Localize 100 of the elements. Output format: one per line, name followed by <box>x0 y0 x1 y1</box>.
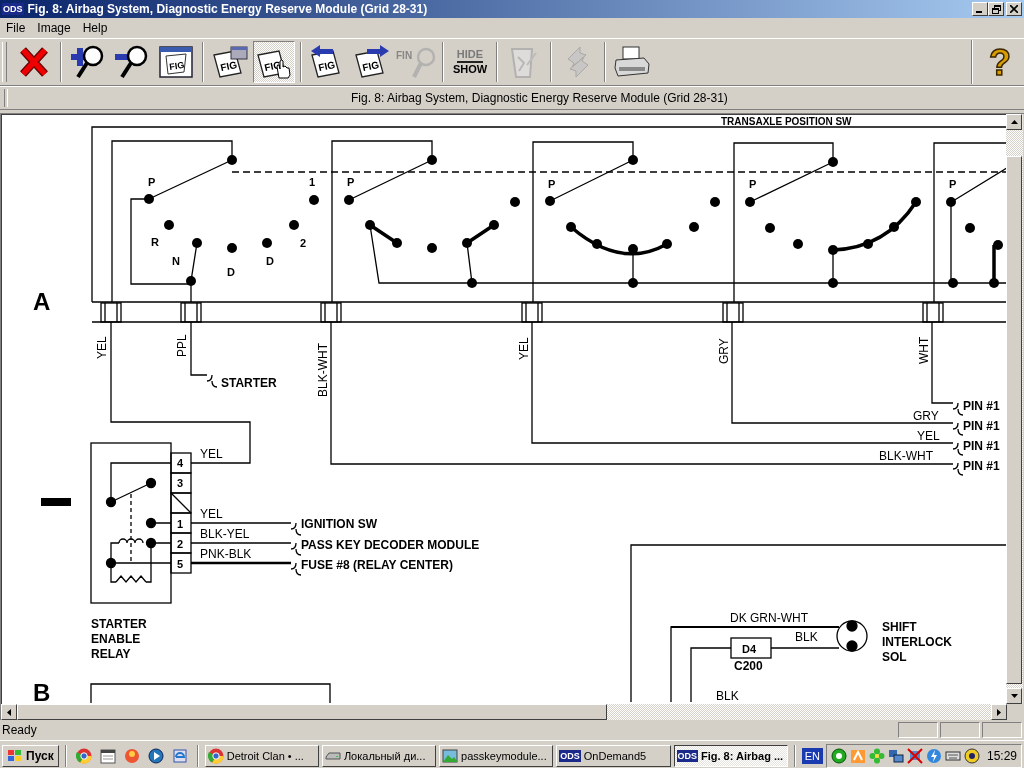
wire-label: YEL <box>200 447 223 461</box>
network-icon <box>888 747 904 764</box>
section-mark <box>41 498 71 506</box>
wire-label: DK GRN-WHT <box>730 611 808 625</box>
pin-number: 5 <box>177 558 184 570</box>
component-label: FUSE #8 (RELAY CENTER) <box>301 558 454 572</box>
status-text: Ready <box>2 723 38 737</box>
pin-number: D4 <box>742 643 757 655</box>
app-icon: ODS <box>2 3 24 15</box>
section-label: B <box>33 679 51 703</box>
menu-item[interactable]: File <box>0 21 32 35</box>
clock: 15:29 <box>987 748 1017 763</box>
menu-item[interactable]: Help <box>76 21 114 35</box>
status-panel <box>982 722 1022 738</box>
position-label: P <box>949 178 957 190</box>
position-label: P <box>347 176 355 188</box>
taskbar-button[interactable]: ODS OnDemand5 <box>556 744 671 767</box>
language-indicator[interactable]: EN <box>801 747 823 764</box>
wire-label: WHT <box>917 336 931 364</box>
clipboard-icon <box>509 45 539 79</box>
position-label: P <box>548 178 556 190</box>
component-label: PASS KEY DECODER MODULE <box>301 538 480 552</box>
component-label: STARTER <box>91 617 147 631</box>
app-icon: ODS <box>676 749 698 762</box>
up-arrow-icon <box>1010 120 1018 124</box>
figure-caption: Fig. 8: Airbag System, Diagnostic Energy Reserve Module (Grid 28-31) <box>351 91 728 105</box>
taskbar-button[interactable]: ODS Fig. 8: Airbag ... <box>673 744 788 767</box>
pin-number: 3 <box>177 477 184 489</box>
wire-label: BLK-YEL <box>200 527 250 541</box>
close-icon <box>1010 5 1018 13</box>
pin-number: 2 <box>177 538 184 550</box>
component-label: PIN #1 <box>963 419 1000 433</box>
close-button[interactable] <box>1006 2 1022 16</box>
status-panel <box>898 722 938 738</box>
component-label: PIN #1 <box>963 459 1000 473</box>
component-label: IGNITION SW <box>301 517 377 531</box>
wire-label: BLK <box>716 689 739 703</box>
component-label: ENABLE <box>91 632 141 646</box>
vertical-scrollbar[interactable] <box>1006 114 1023 704</box>
pin-number: 1 <box>177 518 184 530</box>
component-label: TRANSAXLE POSITION SW <box>721 116 852 127</box>
component-label: SHIFT <box>882 620 917 634</box>
component-label: STARTER <box>221 376 277 390</box>
calendar-icon <box>99 747 116 764</box>
status-panel <box>940 722 980 738</box>
right-arrow-icon <box>997 708 1001 716</box>
help-icon: ? <box>985 44 1015 80</box>
wire-label: PPL <box>175 334 189 357</box>
position-label: N <box>172 255 180 267</box>
component-label: C200 <box>734 659 763 673</box>
component-label: PIN #1 <box>963 399 1000 413</box>
zoom-out-icon <box>114 45 150 79</box>
chrome-icon <box>75 747 92 764</box>
play-icon <box>147 747 164 764</box>
wire-label: GRY <box>913 409 939 423</box>
taskbar-button[interactable]: Detroit Clan • ... <box>204 744 319 767</box>
component-label: RELAY <box>91 647 131 661</box>
restore-icon <box>991 4 1001 14</box>
muted-network-icon <box>907 747 923 764</box>
window-title: Fig. 8: Airbag System, Diagnostic Energy Reserve Module (Grid 28-31) <box>27 2 429 16</box>
down-arrow-icon <box>1010 694 1018 698</box>
horizontal-scrollbar[interactable] <box>1 704 1007 720</box>
taskbar-button[interactable]: Локальный ди... <box>321 744 437 767</box>
position-label: P <box>749 178 757 190</box>
browser-icon <box>171 747 188 764</box>
image-icon <box>442 747 459 764</box>
position-label: 1 <box>309 176 316 188</box>
wire-label: BLK <box>795 630 818 644</box>
wire-label: YEL <box>95 336 109 359</box>
lightning-icon <box>926 747 942 764</box>
component-label: PIN #1 <box>963 439 1000 453</box>
position-label: P <box>148 176 156 188</box>
wire-label: BLK-WHT <box>879 449 933 463</box>
position-label: D <box>266 255 274 267</box>
left-arrow-icon <box>7 708 11 716</box>
wire-label: YEL <box>200 507 223 521</box>
media-icon <box>123 747 140 764</box>
restore-button[interactable] <box>988 2 1004 16</box>
app-icon: ODS <box>559 749 581 762</box>
hide-show-button[interactable]: HIDE SHOW <box>449 41 491 83</box>
wire-label: PNK-BLK <box>200 547 252 561</box>
taskbar-button[interactable]: passkeymodule... <box>439 744 554 767</box>
wire-label: GRY <box>717 338 731 364</box>
position-label: D <box>227 266 235 278</box>
wire-label: YEL <box>517 337 531 360</box>
minimize-button[interactable] <box>972 2 988 16</box>
wire-label: YEL <box>917 429 940 443</box>
chrome-icon <box>207 747 224 764</box>
section-label: A <box>33 288 51 315</box>
menu-item[interactable]: Image <box>31 21 77 35</box>
zoom-in-icon <box>70 45 106 79</box>
wireless-icon <box>964 747 980 764</box>
tray-icon <box>850 747 866 764</box>
start-button[interactable]: Пуск <box>2 744 59 767</box>
component-label: SOL <box>882 650 907 664</box>
position-label: 2 <box>300 237 307 249</box>
printer-icon <box>614 46 650 78</box>
flower-icon <box>869 747 885 764</box>
tray-icon <box>831 747 847 764</box>
position-label: R <box>151 236 159 248</box>
